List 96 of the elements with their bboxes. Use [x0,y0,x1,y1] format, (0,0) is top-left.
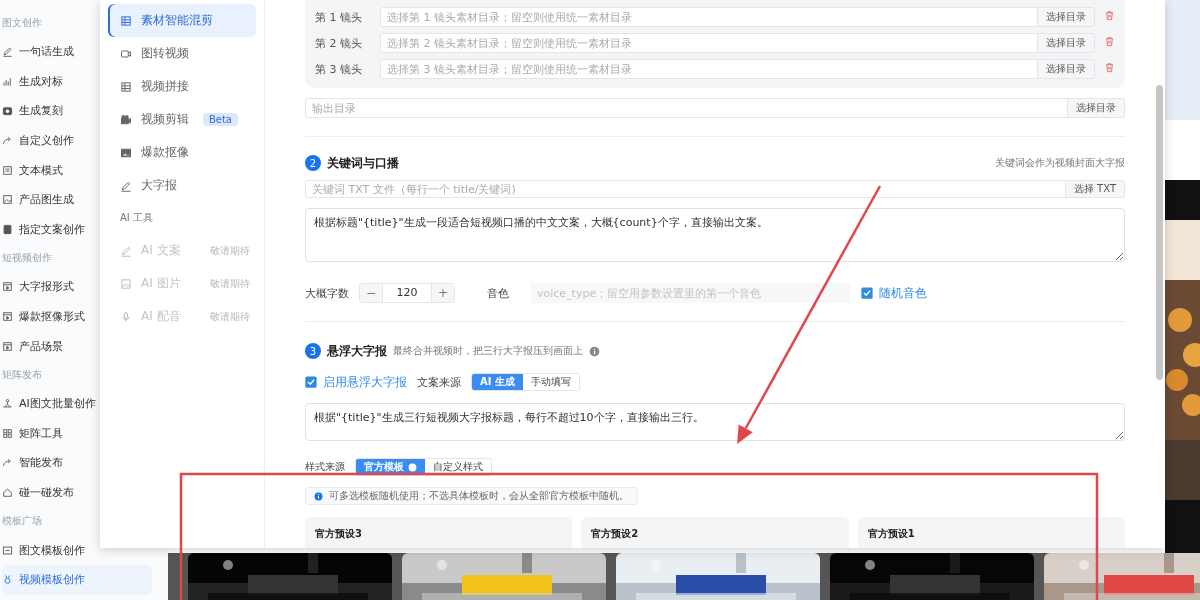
card-title: 官方预设2 [591,528,639,539]
list-icon [2,544,13,556]
shot-label: 第 1 镜头 [315,9,363,25]
field-label: 文案来源 [417,374,461,390]
prompt-field[interactable]: 根据"{title}"生成三行短视频大字报标题，每行不超过10个字，直接输出三行。 [305,403,1125,441]
card-title: 官方预设3 [315,528,362,539]
sidebar-item[interactable]: 智能发布 [2,448,98,478]
video-camera-icon [120,47,132,60]
step-number: 2 [305,155,321,171]
hint-text: 最终合并视频时，把三行大字报压到画面上 [393,344,583,358]
sidebar-item[interactable]: 大字报形式 [2,272,98,302]
play-window-icon [2,311,13,323]
section-heading: 悬浮大字报 [327,342,387,360]
checkbox[interactable] [305,376,317,388]
trash-icon [1104,62,1115,73]
field-label: 样式来源 [305,460,345,474]
coming-soon-label: 敬请期待 [210,276,250,291]
select-button[interactable]: 选择 TXT [1065,180,1125,198]
grid-icon [2,427,13,439]
nav-item[interactable]: 素材智能混剪 [108,4,256,37]
sidebar-item[interactable]: 产品图生成 [2,184,98,215]
coming-soon-label: 敬请期待 [210,309,250,324]
select-button[interactable]: 选择目录 [1038,59,1095,79]
sidebar-item[interactable]: 指定文案创作 [2,214,98,245]
pencil-icon [120,179,132,192]
sidebar-item[interactable]: 碰一碰发布 [2,477,98,508]
section-title: 模板广场 [2,514,42,529]
image-icon [120,146,132,159]
trash-icon [1104,36,1115,47]
notebook-icon [2,223,13,235]
checkbox-label[interactable]: 启用悬浮大字报 [323,373,407,391]
field-label: 大概字数 [305,285,349,301]
shot-label: 第 2 镜头 [315,35,363,51]
medal-icon [2,574,13,586]
template-card[interactable]: 官方预设1 [857,517,1125,548]
field-label: 音色 [487,285,509,301]
pencil-icon [120,244,132,257]
bar-chart-icon [2,75,13,87]
nav-item[interactable]: 视频拼接 [108,70,256,103]
card-title: 官方预设1 [867,528,915,539]
microphone-icon [120,310,132,323]
sidebar-item[interactable]: 生成复刻 [2,96,98,126]
image-icon [2,194,13,206]
folder-field[interactable]: 选择第 1 镜头素材目录；留空则使用统一素材目录 [380,7,1038,27]
play-window-icon [2,281,13,293]
sidebar-item[interactable]: 自定义创作 [2,125,98,156]
nav-item[interactable]: 大字报 [108,169,256,202]
folder-field[interactable]: 选择第 3 镜头素材目录；留空则使用统一素材目录 [380,59,1038,79]
sidebar-item[interactable]: 矩阵工具 [2,418,98,449]
beta-badge: Beta [202,113,238,126]
nav-item[interactable]: 视频剪辑 Beta [108,103,256,136]
checkbox[interactable] [861,287,873,299]
sidebar-item[interactable]: 爆款抠像形式 [2,301,98,332]
share-icon [2,457,13,469]
select-button[interactable]: 选择目录 [1038,33,1095,53]
table-icon [120,14,132,27]
notice-text: 可多选模板随机使用；不选具体模板时，会从全部官方模板中随机。 [329,489,629,503]
document-icon [2,164,13,176]
file-field[interactable]: 关键词 TXT 文件（每行一个 title/关键词) [305,180,1066,198]
pencil-icon [2,46,13,58]
trash-icon [1104,10,1115,21]
prompt-field[interactable]: 根据标题"{title}"生成一段适合短视频口播的中文文案，大概{count}个字，直接输出文案。 [305,208,1125,262]
sidebar-item[interactable]: 视频模板创作 [2,564,152,595]
select-button[interactable]: 选择目录 [1038,7,1095,27]
house-icon [2,487,13,498]
nav-item[interactable]: 图转视频 [108,37,256,70]
step-number: 3 [305,343,321,359]
table-icon [120,80,132,93]
folder-field[interactable]: 选择第 2 镜头素材目录；留空则使用统一素材目录 [380,33,1038,53]
movie-camera-icon [120,113,132,126]
template-card[interactable]: 官方预设3 [305,517,573,548]
section-title: 图文创作 [2,16,42,30]
sidebar-item[interactable]: AI图文批量创作 [2,388,98,419]
section-title: 短视频创作 [2,251,52,266]
checkbox-label[interactable]: 随机音色 [879,284,927,302]
image-icon [120,277,132,290]
share-icon [2,135,13,147]
select-button[interactable]: 选择目录 [1068,98,1125,118]
section-heading: 关键词与口播 [327,154,399,172]
output-field[interactable]: 输出目录 [305,98,1068,118]
scrollbar-thumb[interactable] [1156,85,1163,380]
sidebar-item[interactable]: 文本模式 [2,155,98,185]
sidebar-item[interactable]: 产品场景 [2,331,98,361]
section-title: AI 工具 [119,211,154,225]
section-title: 矩阵发布 [2,367,42,382]
shot-label: 第 3 镜头 [315,61,363,77]
sidebar-item[interactable]: 生成对标 [2,66,98,97]
play-window-icon [2,340,13,352]
template-card[interactable]: 官方预设2 [581,517,849,548]
coming-soon-label: 敬请期待 [210,243,250,258]
hierarchy-icon [2,398,13,410]
number-field[interactable]: 120 [382,284,432,302]
hint-text: 关键词会作为视频封面大字报 [995,156,1125,170]
sidebar-item[interactable]: 图文模板创作 [2,535,98,565]
sidebar-item[interactable]: 一句话生成 [2,37,98,67]
nav-item[interactable]: 爆款抠像 [108,136,256,169]
